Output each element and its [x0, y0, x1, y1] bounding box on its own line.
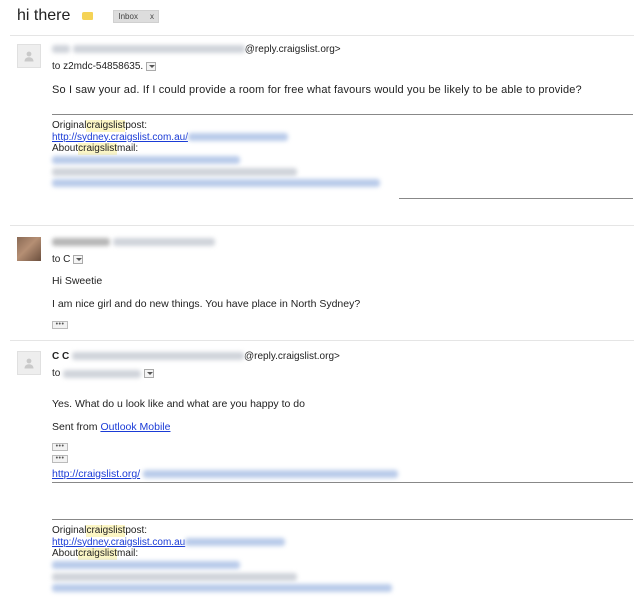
- inbox-label-chip[interactable]: Inbox x: [113, 9, 159, 23]
- craigslist-signature: Original craigslist post: http://sydney.…: [52, 120, 380, 189]
- avatar: [17, 237, 41, 261]
- inbox-chip-label: Inbox: [118, 11, 138, 21]
- show-trimmed-content-button[interactable]: •••: [52, 321, 68, 329]
- post-link[interactable]: http://sydney.craigslist.com.au: [52, 537, 185, 549]
- post-link-redacted: [187, 133, 288, 142]
- post-link-redacted: [185, 538, 286, 547]
- about-highlight: craigslist: [78, 143, 118, 155]
- craigslist-signature: Original craigslist post: http://sydney.…: [52, 525, 392, 594]
- divider: [10, 225, 634, 226]
- redacted-line-1: [52, 155, 380, 167]
- signature-divider: [52, 519, 633, 520]
- original-suffix: post:: [125, 120, 148, 131]
- redacted-link: [52, 584, 392, 593]
- message-body: So I saw your ad. If I could provide a r…: [52, 84, 582, 96]
- recipient-label: to z2mdc-54858635.: [52, 61, 144, 72]
- redacted-link: [52, 179, 380, 188]
- show-trimmed-content-button[interactable]: •••: [52, 455, 68, 463]
- redacted-line-1: [52, 560, 392, 572]
- original-highlight: craigslist: [86, 120, 126, 132]
- recipient-line: to z2mdc-54858635.: [52, 61, 157, 72]
- sender-email-suffix: @reply.craigslist.org>: [244, 44, 341, 55]
- sender-email-suffix: @reply.craigslist.org>: [244, 351, 340, 362]
- chevron-down-icon[interactable]: [73, 255, 84, 264]
- post-link-line: http://sydney.craigslist.com.au/: [52, 132, 380, 144]
- redacted-link: [52, 156, 240, 165]
- recipient-redacted: [63, 369, 142, 378]
- redacted-line-3: [52, 583, 392, 595]
- recipient-line: to: [52, 368, 155, 379]
- about-highlight: craigslist: [78, 548, 118, 560]
- craigslist-link[interactable]: http://craigslist.org/: [52, 468, 140, 480]
- sent-from-prefix: Sent from: [52, 421, 101, 433]
- original-prefix: Original: [52, 120, 87, 131]
- message-sender[interactable]: C C @reply.craigslist.org>: [52, 351, 340, 362]
- label-tag-icon[interactable]: [82, 12, 94, 20]
- recipient-label: to: [52, 368, 61, 379]
- person-silhouette-icon: [17, 44, 41, 68]
- about-suffix: mail:: [117, 143, 139, 154]
- message-body: I am nice girl and do new things. You ha…: [52, 298, 361, 310]
- message-sender[interactable]: [52, 237, 215, 248]
- original-post-line: Original craigslist post:: [52, 120, 380, 132]
- recipient-line: to C: [52, 254, 84, 265]
- about-mail-line: About craigslist mail:: [52, 548, 392, 560]
- redacted-line-3: [52, 178, 380, 190]
- original-prefix: Original: [52, 525, 87, 536]
- message-greeting: Hi Sweetie: [52, 275, 103, 287]
- show-trimmed-content-button[interactable]: •••: [52, 443, 68, 451]
- redacted-link: [143, 470, 399, 479]
- recipient-label: to C: [52, 254, 71, 265]
- divider: [10, 35, 634, 36]
- sent-from-line: Sent from Outlook Mobile: [52, 421, 170, 433]
- outlook-mobile-link[interactable]: Outlook Mobile: [100, 421, 170, 433]
- chevron-down-icon[interactable]: [144, 369, 155, 378]
- inbox-chip-remove-button[interactable]: x: [150, 12, 154, 21]
- original-suffix: post:: [125, 525, 148, 536]
- thread-subject: hi there: [17, 7, 71, 24]
- sender-email-redacted: [112, 238, 215, 247]
- sender-email-redacted: [72, 45, 245, 54]
- post-link[interactable]: http://sydney.craigslist.com.au/: [52, 132, 188, 144]
- signature-divider: [52, 482, 633, 483]
- person-silhouette-icon: [17, 351, 41, 375]
- craigslist-footer-line: http://craigslist.org/: [52, 468, 399, 480]
- sender-email-redacted: [72, 352, 245, 361]
- thread-header: hi there Inbox x: [17, 6, 159, 26]
- sender-name: C C: [52, 351, 70, 362]
- original-highlight: craigslist: [86, 525, 126, 537]
- divider: [10, 340, 634, 341]
- message-sender[interactable]: @reply.craigslist.org>: [52, 44, 341, 55]
- about-mail-line: About craigslist mail:: [52, 143, 380, 155]
- chevron-down-icon[interactable]: [146, 62, 157, 71]
- redacted-text: [52, 572, 297, 581]
- redacted-text: [52, 167, 297, 176]
- signature-divider: [52, 114, 633, 115]
- about-suffix: mail:: [117, 548, 139, 559]
- about-prefix: About: [52, 548, 79, 559]
- sender-name-redacted: [52, 45, 70, 54]
- post-link-line: http://sydney.craigslist.com.au: [52, 537, 392, 549]
- about-prefix: About: [52, 143, 79, 154]
- signature-end-divider: [399, 198, 633, 199]
- redacted-link: [52, 561, 240, 570]
- message-body: Yes. What do u look like and what are yo…: [52, 398, 305, 410]
- redacted-line-2: [52, 166, 380, 178]
- redacted-line-2: [52, 571, 392, 583]
- original-post-line: Original craigslist post:: [52, 525, 392, 537]
- sender-name-redacted: [52, 238, 110, 247]
